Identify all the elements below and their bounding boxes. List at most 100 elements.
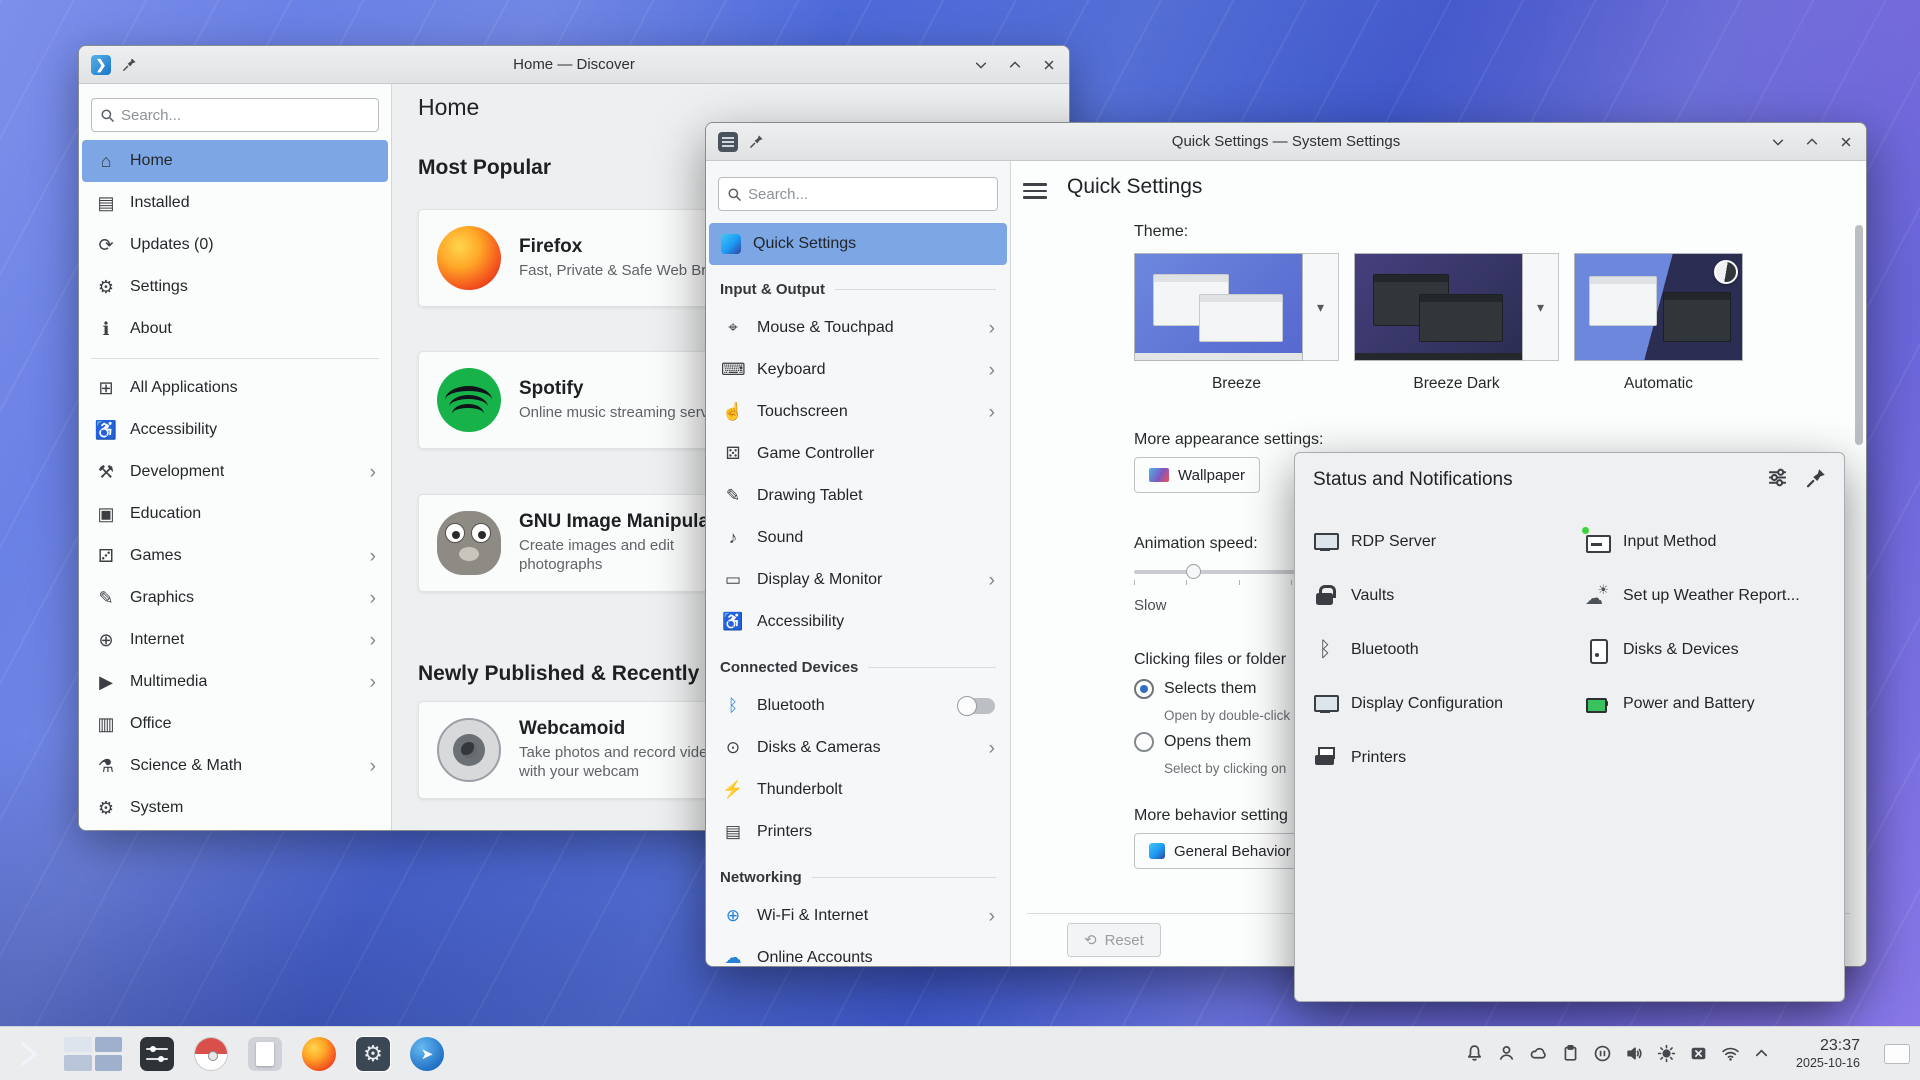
sidebar-item-game-controller[interactable]: ⚄ Game Controller [709,433,1007,475]
brightness-sun-icon[interactable] [1657,1044,1676,1063]
reset-button[interactable]: ⟲ Reset [1067,923,1161,957]
maximize-button[interactable] [1007,57,1023,73]
sidebar-item-about[interactable]: ℹ About [82,308,388,350]
status-item-input-method[interactable]: Input Method [1585,515,1832,569]
app-launcher-button[interactable] [10,1035,48,1073]
minimize-button[interactable] [973,57,989,73]
sidebar-item-development[interactable]: ⚒ Development › [82,451,388,493]
general-behavior-button[interactable]: General Behavior [1134,833,1306,869]
configure-icon[interactable] [1767,467,1788,493]
expand-tray-chevron-up-icon[interactable] [1753,1045,1770,1062]
sidebar-item-installed[interactable]: ▤ Installed [82,182,388,224]
section-title-newly-published: Newly Published & Recently [418,662,699,686]
task-icon-system-settings[interactable]: ⚙ [354,1035,392,1073]
status-item-rdp-server[interactable]: RDP Server [1313,515,1585,569]
show-desktop-button[interactable] [1884,1044,1910,1064]
settings-search[interactable] [718,177,998,211]
sidebar-item-settings[interactable]: ⚙ Settings [82,266,388,308]
radio-opens-them[interactable]: Opens them [1134,732,1251,752]
theme-breeze-thumbnail[interactable] [1134,253,1303,361]
close-button[interactable] [1041,57,1057,73]
status-item-power-battery[interactable]: Power and Battery [1585,677,1832,731]
maximize-button[interactable] [1804,134,1820,150]
status-item-bluetooth[interactable]: ᛒ Bluetooth [1313,623,1585,677]
pin-icon[interactable] [748,134,764,150]
sidebar-item-label: Science & Math [130,757,242,775]
status-item-disks-devices[interactable]: Disks & Devices [1585,623,1832,677]
virtual-desktop-pager[interactable] [64,1037,122,1071]
sidebar-item-thunderbolt[interactable]: ⚡ Thunderbolt [709,769,1007,811]
volume-icon[interactable] [1625,1044,1644,1063]
close-button[interactable] [1838,134,1854,150]
radio-button-icon[interactable] [1134,732,1154,752]
task-icon-file-manager[interactable] [246,1035,284,1073]
file-manager-icon [248,1037,282,1071]
sidebar-item-touchscreen[interactable]: ☝ Touchscreen › [709,391,1007,433]
sidebar-item-printers[interactable]: ▤ Printers [709,811,1007,853]
bluetooth-toggle[interactable] [959,698,995,714]
scrollbar-thum b[interactable] [1855,225,1863,445]
task-icon-discover[interactable]: ➤ [408,1035,446,1073]
theme-breeze-dropdown[interactable]: ▾ [1303,253,1339,361]
sidebar-item-all-applications[interactable]: ⊞ All Applications [82,367,388,409]
sidebar-item-accessibility[interactable]: ♿ Accessibility [82,409,388,451]
sidebar-item-bluetooth[interactable]: ᛒ Bluetooth [709,685,1007,727]
sidebar-item-mouse-touchpad[interactable]: ⌖ Mouse & Touchpad › [709,307,1007,349]
task-icon-tweaks[interactable] [138,1035,176,1073]
sidebar-item-education[interactable]: ▣ Education [82,493,388,535]
sidebar-item-home[interactable]: ⌂ Home [82,140,388,182]
sidebar-item-games[interactable]: ⚂ Games › [82,535,388,577]
slider-handle[interactable] [1186,564,1201,579]
sidebar-item-graphics[interactable]: ✎ Graphics › [82,577,388,619]
user-switcher-icon[interactable] [1497,1044,1516,1063]
task-icon-media-player[interactable] [192,1035,230,1073]
theme-breeze-dark-dropdown[interactable]: ▾ [1523,253,1559,361]
hamburger-menu-icon[interactable] [1023,179,1047,203]
sidebar-item-online-accounts[interactable]: ☁ Online Accounts [709,937,1007,966]
sidebar-item-sound[interactable]: ♪ Sound [709,517,1007,559]
search-input[interactable] [121,107,370,124]
sidebar-item-wifi-internet[interactable]: ⊕ Wi-Fi & Internet › [709,895,1007,937]
cloud-icon[interactable] [1529,1044,1548,1063]
digital-clock[interactable]: 23:37 2025-10-16 [1796,1037,1860,1071]
theme-breeze-dark-thumbnail[interactable] [1354,253,1523,361]
status-item-weather-report[interactable]: ☀☁ Set up Weather Report... [1585,569,1832,623]
sidebar-item-system[interactable]: ⚙ System [82,787,388,829]
keyboard-layout-indicator-icon[interactable] [1689,1044,1708,1063]
sidebar-item-quick-settings[interactable]: Quick Settings [709,223,1007,265]
status-item-vaults[interactable]: Vaults [1313,569,1585,623]
sidebar-item-multimedia[interactable]: ▶ Multimedia › [82,661,388,703]
sidebar-item-accessibility[interactable]: ♿ Accessibility [709,601,1007,643]
sidebar-item-science-math[interactable]: ⚗ Science & Math › [82,745,388,787]
sidebar-item-updates[interactable]: ⟳ Updates (0) [82,224,388,266]
clipboard-icon[interactable] [1561,1044,1580,1063]
system-settings-titlebar[interactable]: Quick Settings — System Settings [706,123,1866,161]
wallpaper-button[interactable]: Wallpaper [1134,457,1260,493]
discover-search[interactable] [91,98,379,132]
wifi-icon[interactable] [1721,1044,1740,1063]
sidebar-item-label: Online Accounts [757,949,873,966]
theme-automatic-thumbnail[interactable] [1574,253,1743,361]
sidebar-item-disks-cameras[interactable]: ⊙ Disks & Cameras › [709,727,1007,769]
sidebar-item-keyboard[interactable]: ⌨ Keyboard › [709,349,1007,391]
sidebar-item-internet[interactable]: ⊕ Internet › [82,619,388,661]
accessibility-icon: ♿ [721,612,745,632]
status-item-display-configuration[interactable]: Display Configuration [1313,677,1585,731]
pin-icon[interactable] [121,57,137,73]
pin-icon[interactable] [1806,468,1826,493]
wallpaper-icon [1149,468,1169,482]
status-item-printers[interactable]: Printers [1313,731,1585,785]
notifications-bell-icon[interactable] [1465,1044,1484,1063]
radio-button-icon[interactable] [1134,679,1154,699]
sidebar-item-drawing-tablet[interactable]: ✎ Drawing Tablet [709,475,1007,517]
discover-titlebar[interactable]: ❯ Home — Discover [79,46,1069,84]
minimize-button[interactable] [1770,134,1786,150]
sidebar-item-office[interactable]: ▥ Office [82,703,388,745]
search-icon [727,187,742,202]
sidebar-item-display-monitor[interactable]: ▭ Display & Monitor › [709,559,1007,601]
task-icon-firefox[interactable] [300,1035,338,1073]
radio-selects-them[interactable]: Selects them [1134,679,1256,699]
media-pause-icon[interactable] [1593,1044,1612,1063]
clock-time: 23:37 [1796,1037,1860,1056]
search-input[interactable] [748,186,989,203]
